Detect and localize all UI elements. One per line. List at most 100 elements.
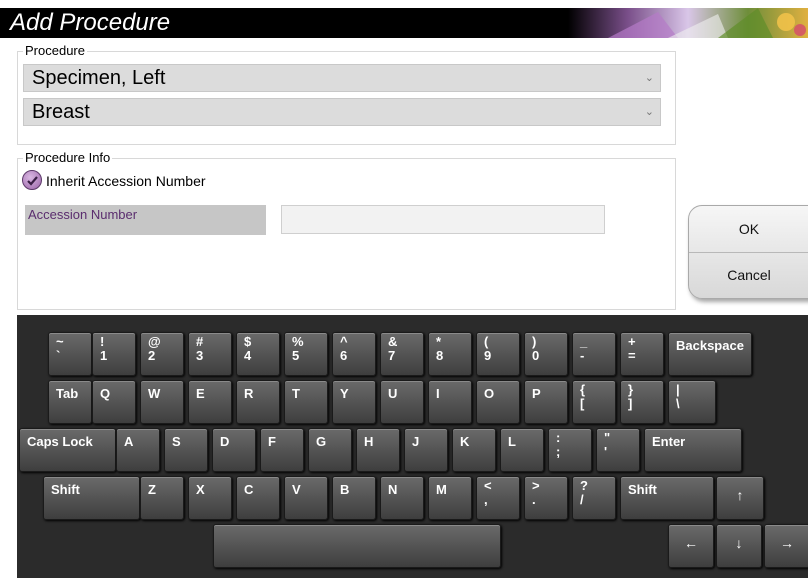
v-key[interactable]: V [284,476,328,520]
c-key[interactable]: C [236,476,280,520]
caps-lock-key[interactable]: Caps Lock [19,428,116,472]
key-label: E [196,386,205,401]
g-key[interactable]: G [308,428,352,472]
key-49[interactable]: ! 1 [92,332,136,376]
dialog-buttons: OK Cancel [688,205,808,299]
key-54[interactable]: ^ 6 [332,332,376,376]
key-47[interactable]: ? / [572,476,616,520]
key-label: Tab [56,386,79,401]
j-key[interactable]: J [404,428,448,472]
e-key[interactable]: E [188,380,232,424]
r-key[interactable]: R [236,380,280,424]
space-key[interactable] [213,524,501,568]
key-label: R [244,386,254,401]
tab-key[interactable]: Tab [48,380,92,424]
key-45[interactable]: _ - [572,332,616,376]
k-key[interactable]: K [452,428,496,472]
key-93[interactable]: }] [620,380,664,424]
key-label: ' [604,444,608,459]
chevron-down-icon: ⌄ [644,106,654,118]
key-label: I [436,386,440,401]
t-key[interactable]: T [284,380,328,424]
m-key[interactable]: M [428,476,472,520]
key-50[interactable]: @2 [140,332,184,376]
key-shift-label: ! [100,334,105,349]
p-key[interactable]: P [524,380,568,424]
s-key[interactable]: S [164,428,208,472]
b-key[interactable]: B [332,476,376,520]
chevron-down-icon: ⌄ [644,72,654,84]
backspace-key[interactable]: Backspace [668,332,752,376]
key-label: [ [580,396,585,411]
procedure-select[interactable]: Specimen, Left ⌄ [23,64,661,92]
key-61[interactable]: + = [620,332,664,376]
key-shift-label: : [556,430,561,445]
ok-button[interactable]: OK [689,206,808,253]
arrow-left-key[interactable]: ← [668,524,714,568]
key-57[interactable]: (9 [476,332,520,376]
key-shift-label: & [388,334,398,349]
key-44[interactable]: <, [476,476,520,520]
key-label: F [268,434,276,449]
key-55[interactable]: & 7 [380,332,424,376]
key-label: 7 [388,348,396,363]
shift-key[interactable]: Shift [620,476,714,520]
window-title: Add Procedure [10,9,171,36]
f-key[interactable]: F [260,428,304,472]
cancel-button[interactable]: Cancel [689,252,808,298]
key-label: W [148,386,161,401]
key-shift-label: ) [532,334,537,349]
key-91[interactable]: {[ [572,380,616,424]
key-shift-label: $ [244,334,252,349]
key-label: 9 [484,348,492,363]
key-48[interactable]: ) 0 [524,332,568,376]
key-51[interactable]: #3 [188,332,232,376]
n-key[interactable]: N [380,476,424,520]
key-label: Enter [652,434,686,449]
w-key[interactable]: W [140,380,184,424]
y-key[interactable]: Y [332,380,376,424]
arrow-up-key[interactable]: ↑ [716,476,764,520]
shift-key[interactable]: Shift [43,476,140,520]
key-label: 5 [292,348,300,363]
key-label: 1 [100,348,108,363]
h-key[interactable]: H [356,428,400,472]
key-shift-label: ~ [56,334,64,349]
o-key[interactable]: O [476,380,520,424]
key-label: 4 [244,348,252,363]
body-part-select-value: Breast [32,101,90,123]
key-52[interactable]: $4 [236,332,280,376]
arrow-down-key[interactable]: ↓ [716,524,762,568]
l-key[interactable]: L [500,428,544,472]
key-92[interactable]: | \ [668,380,716,424]
key-39[interactable]: " ' [596,428,640,472]
key-96[interactable]: ~ ` [48,332,92,376]
d-key[interactable]: D [212,428,256,472]
key-label: 0 [532,348,540,363]
key-label: Z [148,482,156,497]
arrow-right-key[interactable]: → [764,524,808,568]
x-key[interactable]: X [188,476,232,520]
body-part-select[interactable]: Breast ⌄ [23,98,661,126]
arrow-right-icon: → [780,535,794,551]
i-key[interactable]: I [428,380,472,424]
key-59[interactable]: :; [548,428,592,472]
key-shift-label: _ [580,334,588,349]
key-label: - [580,348,585,363]
key-56[interactable]: * 8 [428,332,472,376]
key-53[interactable]: % 5 [284,332,328,376]
a-key[interactable]: A [116,428,160,472]
u-key[interactable]: U [380,380,424,424]
key-label: S [172,434,181,449]
key-label: 2 [148,348,156,363]
key-label: T [292,386,300,401]
q-key[interactable]: Q [92,380,136,424]
key-label: , [484,492,488,507]
key-46[interactable]: >. [524,476,568,520]
key-label: Shift [51,482,80,497]
key-label: C [244,482,254,497]
accession-number-label-text: Accession Number [28,207,138,222]
enter-key[interactable]: Enter [644,428,742,472]
accession-number-input[interactable] [281,205,605,234]
z-key[interactable]: Z [140,476,184,520]
